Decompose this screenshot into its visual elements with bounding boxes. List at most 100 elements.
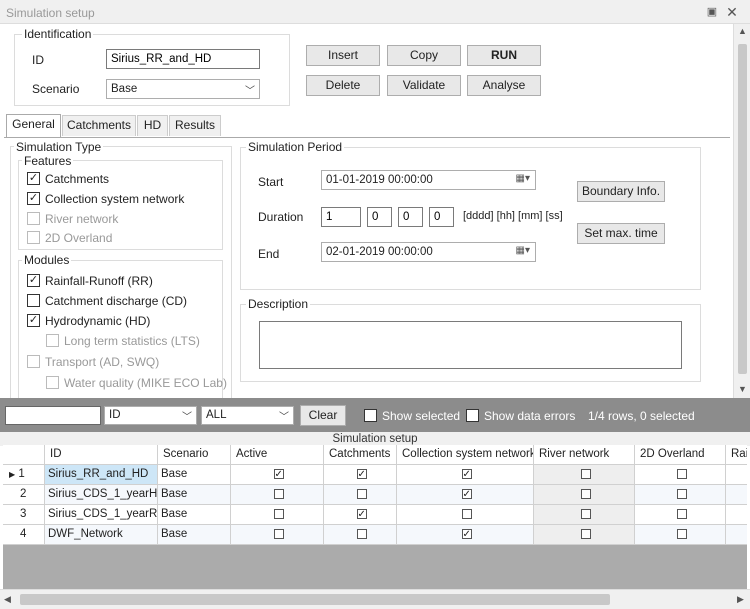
show-data-errors-checkbox[interactable] — [466, 409, 479, 422]
filter-field-select[interactable]: ID ﹀ — [104, 406, 197, 425]
column-header-catchments[interactable]: Catchments — [324, 445, 397, 465]
collection-network-checkbox[interactable]: ✓ — [27, 192, 40, 205]
scrollbar-thumb[interactable] — [738, 44, 747, 374]
grid-checkbox[interactable] — [580, 489, 591, 499]
scroll-up-icon[interactable]: ▲ — [734, 24, 750, 38]
catchment-discharge-checkbox[interactable] — [27, 294, 40, 307]
show-selected-checkbox[interactable] — [364, 409, 377, 422]
grid-checkbox[interactable] — [676, 529, 687, 539]
row-2-river-cell[interactable] — [534, 485, 635, 505]
hydrodynamic-checkbox[interactable]: ✓ — [27, 314, 40, 327]
grid-checkbox[interactable]: ✓ — [273, 469, 284, 480]
grid-checkbox[interactable] — [273, 489, 284, 499]
grid-checkbox[interactable] — [461, 509, 472, 519]
grid-checkbox[interactable] — [580, 509, 591, 519]
start-date-picker[interactable]: 01-01-2019 00:00:00 ▦▾ — [321, 170, 536, 190]
scroll-left-icon[interactable]: ◀ — [4, 594, 11, 605]
row-2-active-cell[interactable] — [231, 485, 324, 505]
row-4-overland-cell[interactable] — [635, 525, 726, 545]
row-3-river-cell[interactable] — [534, 505, 635, 525]
grid-checkbox[interactable] — [580, 529, 591, 539]
duration-minutes-input[interactable] — [398, 207, 423, 227]
row-1-scenario-cell[interactable]: Base — [158, 465, 231, 485]
grid-checkbox[interactable] — [273, 529, 284, 539]
row-3-active-cell[interactable] — [231, 505, 324, 525]
row-3-collection-cell[interactable] — [397, 505, 534, 525]
scroll-down-icon[interactable]: ▼ — [734, 382, 750, 396]
delete-button[interactable]: Delete — [306, 75, 380, 96]
validate-button[interactable]: Validate — [387, 75, 461, 96]
grid-checkbox[interactable]: ✓ — [461, 529, 472, 540]
copy-button[interactable]: Copy — [387, 45, 461, 66]
column-header-river-network[interactable]: River network — [534, 445, 635, 465]
row-4-collection-cell[interactable]: ✓ — [397, 525, 534, 545]
run-button[interactable]: RUN — [467, 45, 541, 66]
grid-checkbox[interactable]: ✓ — [461, 489, 472, 500]
grid-checkbox[interactable] — [676, 509, 687, 519]
scroll-right-icon[interactable]: ▶ — [737, 594, 744, 605]
grid-checkbox[interactable] — [356, 489, 367, 499]
id-input[interactable] — [106, 49, 260, 69]
row-2-rainfall-cell[interactable] — [726, 485, 747, 505]
grid-checkbox[interactable] — [676, 489, 687, 499]
filter-value-select[interactable]: ALL ﹀ — [201, 406, 294, 425]
row-header[interactable]: ▶ 1 — [3, 465, 45, 485]
row-1-overland-cell[interactable] — [635, 465, 726, 485]
restore-icon[interactable]: ▣ — [706, 6, 718, 18]
grid-checkbox[interactable] — [273, 509, 284, 519]
grid-checkbox[interactable] — [580, 469, 591, 479]
close-icon[interactable]: ✕ — [726, 5, 738, 19]
filter-search-input[interactable] — [5, 406, 101, 425]
tab-hd[interactable]: HD — [137, 115, 168, 136]
column-header-2d-overland[interactable]: 2D Overland — [635, 445, 726, 465]
grid-checkbox[interactable] — [676, 469, 687, 479]
calendar-icon[interactable]: ▦▾ — [516, 173, 530, 184]
column-header-collection-network[interactable]: Collection system network — [397, 445, 534, 465]
set-max-time-button[interactable]: Set max. time — [577, 223, 665, 244]
row-1-active-cell[interactable]: ✓ — [231, 465, 324, 485]
row-4-scenario-cell[interactable]: Base — [158, 525, 231, 545]
row-4-river-cell[interactable] — [534, 525, 635, 545]
row-4-id-cell[interactable]: DWF_Network — [45, 525, 158, 545]
tab-catchments[interactable]: Catchments — [62, 115, 136, 136]
boundary-info-button[interactable]: Boundary Info. — [577, 181, 665, 202]
grid-checkbox[interactable]: ✓ — [356, 509, 367, 520]
row-3-rainfall-cell[interactable] — [726, 505, 747, 525]
calendar-icon[interactable]: ▦▾ — [516, 245, 530, 256]
row-3-id-cell[interactable]: Sirius_CDS_1_yearRR — [45, 505, 158, 525]
end-date-picker[interactable]: 02-01-2019 00:00:00 ▦▾ — [321, 242, 536, 262]
tab-results[interactable]: Results — [169, 115, 221, 136]
row-2-id-cell[interactable]: Sirius_CDS_1_yearHD — [45, 485, 158, 505]
grid-checkbox[interactable] — [356, 529, 367, 539]
row-header[interactable]: 4 — [3, 525, 45, 545]
catchments-checkbox[interactable]: ✓ — [27, 172, 40, 185]
duration-days-input[interactable] — [321, 207, 361, 227]
column-header-rainfall[interactable]: Rai — [726, 445, 747, 465]
scenario-select[interactable]: Base ﹀ — [106, 79, 260, 99]
grid-checkbox[interactable]: ✓ — [461, 469, 472, 480]
row-4-active-cell[interactable] — [231, 525, 324, 545]
duration-seconds-input[interactable] — [429, 207, 454, 227]
duration-hours-input[interactable] — [367, 207, 392, 227]
horizontal-scrollbar-thumb[interactable] — [20, 594, 610, 605]
row-1-collection-cell[interactable]: ✓ — [397, 465, 534, 485]
description-textarea[interactable] — [259, 321, 682, 369]
rainfall-runoff-checkbox[interactable]: ✓ — [27, 274, 40, 287]
row-header[interactable]: 2 — [3, 485, 45, 505]
row-1-rainfall-cell[interactable] — [726, 465, 747, 485]
row-1-catchments-cell[interactable]: ✓ — [324, 465, 397, 485]
row-2-scenario-cell[interactable]: Base — [158, 485, 231, 505]
row-2-overland-cell[interactable] — [635, 485, 726, 505]
insert-button[interactable]: Insert — [306, 45, 380, 66]
analyse-button[interactable]: Analyse — [467, 75, 541, 96]
row-3-overland-cell[interactable] — [635, 505, 726, 525]
row-2-catchments-cell[interactable] — [324, 485, 397, 505]
row-1-river-cell[interactable] — [534, 465, 635, 485]
clear-button[interactable]: Clear — [300, 405, 346, 426]
tab-general[interactable]: General — [6, 114, 61, 137]
row-3-catchments-cell[interactable]: ✓ — [324, 505, 397, 525]
row-2-collection-cell[interactable]: ✓ — [397, 485, 534, 505]
row-4-rainfall-cell[interactable] — [726, 525, 747, 545]
column-header-id[interactable]: ID — [45, 445, 158, 465]
row-1-id-cell[interactable]: Sirius_RR_and_HD — [45, 465, 158, 485]
